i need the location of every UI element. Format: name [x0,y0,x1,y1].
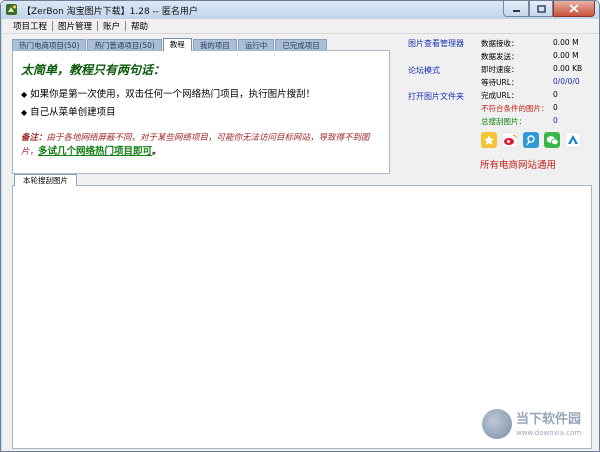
note-label: 备注： [21,133,47,143]
stat-value: 0.00 KB [553,64,583,73]
app-window: 【ZerBon 淘宝图片下载】1.28 -- 匿名用户 项目工程 图片管理 账户… [0,0,600,452]
share-icons [481,132,586,148]
kaixin-icon[interactable] [565,132,581,148]
watermark-title: 当下软件园 [516,412,582,427]
minimize-button[interactable] [503,1,529,17]
stat-row-speed: 即时速度： 0.00 KB [481,64,596,76]
menu-item-help[interactable]: 帮助 [126,20,153,32]
menu-item-account[interactable]: 账户 [98,20,125,32]
tutorial-note: 备注：由于各地网络屏蔽不同，对于某些网络项目，可能你无法访问目标网站，导致得不到… [21,131,383,159]
tutorial-bullet-2-text: 自己从菜单创建项目 [30,107,116,118]
tutorial-headline: 太简单，教程只有两句话： [21,63,166,77]
minimize-icon [512,9,520,12]
weibo-icon[interactable] [502,132,518,148]
stat-row-sent: 数据发送： 0.00 M [481,51,596,63]
stat-row-total-images: 总搜刮图片： 0 [481,116,596,128]
window-controls [503,1,595,18]
stat-value: 0 [553,116,558,125]
stat-value: 0.00 M [553,51,579,60]
window-title: 【ZerBon 淘宝图片下载】1.28 -- 匿名用户 [22,7,198,17]
menu-item-image-manage[interactable]: 图片管理 [53,20,97,32]
stat-value: 0/0/0/0 [553,77,580,86]
all-ecommerce-sites-text: 所有电商网站通用 [480,160,557,171]
tab-tutorial[interactable]: 教程 [162,38,192,51]
stat-label: 数据接收： [481,39,519,48]
title-bar[interactable]: 【ZerBon 淘宝图片下载】1.28 -- 匿名用户 [1,1,599,19]
stat-label: 即时速度： [481,65,519,74]
stat-row-received: 数据接收： 0.00 M [481,38,596,50]
diamond-bullet-icon: ◆ [21,108,28,117]
tab-current-round-images[interactable]: 本轮搜刮图片 [14,174,77,186]
stat-value: 0 [553,103,558,112]
watermark-url: www.downxia.com [516,429,582,437]
open-image-folder-link[interactable]: 打开图片文件夹 [408,91,464,102]
note-end: 。 [152,147,161,157]
client-area: 热门电商项目(50) 热门普通项目(50) 教程 我的项目 运行中 已完成项目 … [2,34,599,451]
menu-bar: 项目工程 图片管理 账户 帮助 [2,19,599,34]
diamond-bullet-icon: ◆ [21,90,28,99]
try-hot-projects-link[interactable]: 多试几个网络热门项目即可 [38,146,152,157]
stat-label: 等待URL： [481,78,519,87]
close-icon [569,4,579,13]
maximize-icon [536,4,546,13]
watermark-logo-icon [482,409,512,439]
stat-value: 0.00 M [553,38,579,47]
tutorial-bullet-2: ◆ 自己从菜单创建项目 [21,104,116,118]
menu-item-project[interactable]: 项目工程 [8,20,52,32]
qq-weibo-icon[interactable] [523,132,539,148]
stat-label: 不符合条件的图片： [481,104,549,113]
image-viewer-manager-link[interactable]: 图片查看管理器 [408,38,464,49]
maximize-button[interactable] [529,1,553,17]
stat-label: 总搜刮图片： [481,117,526,126]
stat-value: 0 [553,90,558,99]
tutorial-panel: 太简单，教程只有两句话： ◆ 如果你是第一次使用，双击任何一个网络热门项目，执行图… [12,50,390,174]
stat-label: 完成URL： [481,91,519,100]
app-icon [6,4,17,15]
qzone-icon[interactable] [481,132,497,148]
tutorial-bullet-1-text: 如果你是第一次使用，双击任何一个网络热门项目，执行图片搜刮！ [30,89,316,100]
close-button[interactable] [553,1,595,17]
wechat-icon[interactable] [544,132,560,148]
forum-mode-link[interactable]: 论坛模式 [408,65,440,76]
stat-row-completed-url: 完成URL： 0 [481,90,596,102]
stat-row-waiting-url: 等待URL： 0/0/0/0 [481,77,596,89]
stat-label: 数据发送： [481,52,519,61]
watermark: 当下软件园 www.downxia.com [482,405,597,447]
stat-row-rejected-images: 不符合条件的图片： 0 [481,103,596,115]
tutorial-bullet-1: ◆ 如果你是第一次使用，双击任何一个网络热门项目，执行图片搜刮！ [21,86,315,100]
